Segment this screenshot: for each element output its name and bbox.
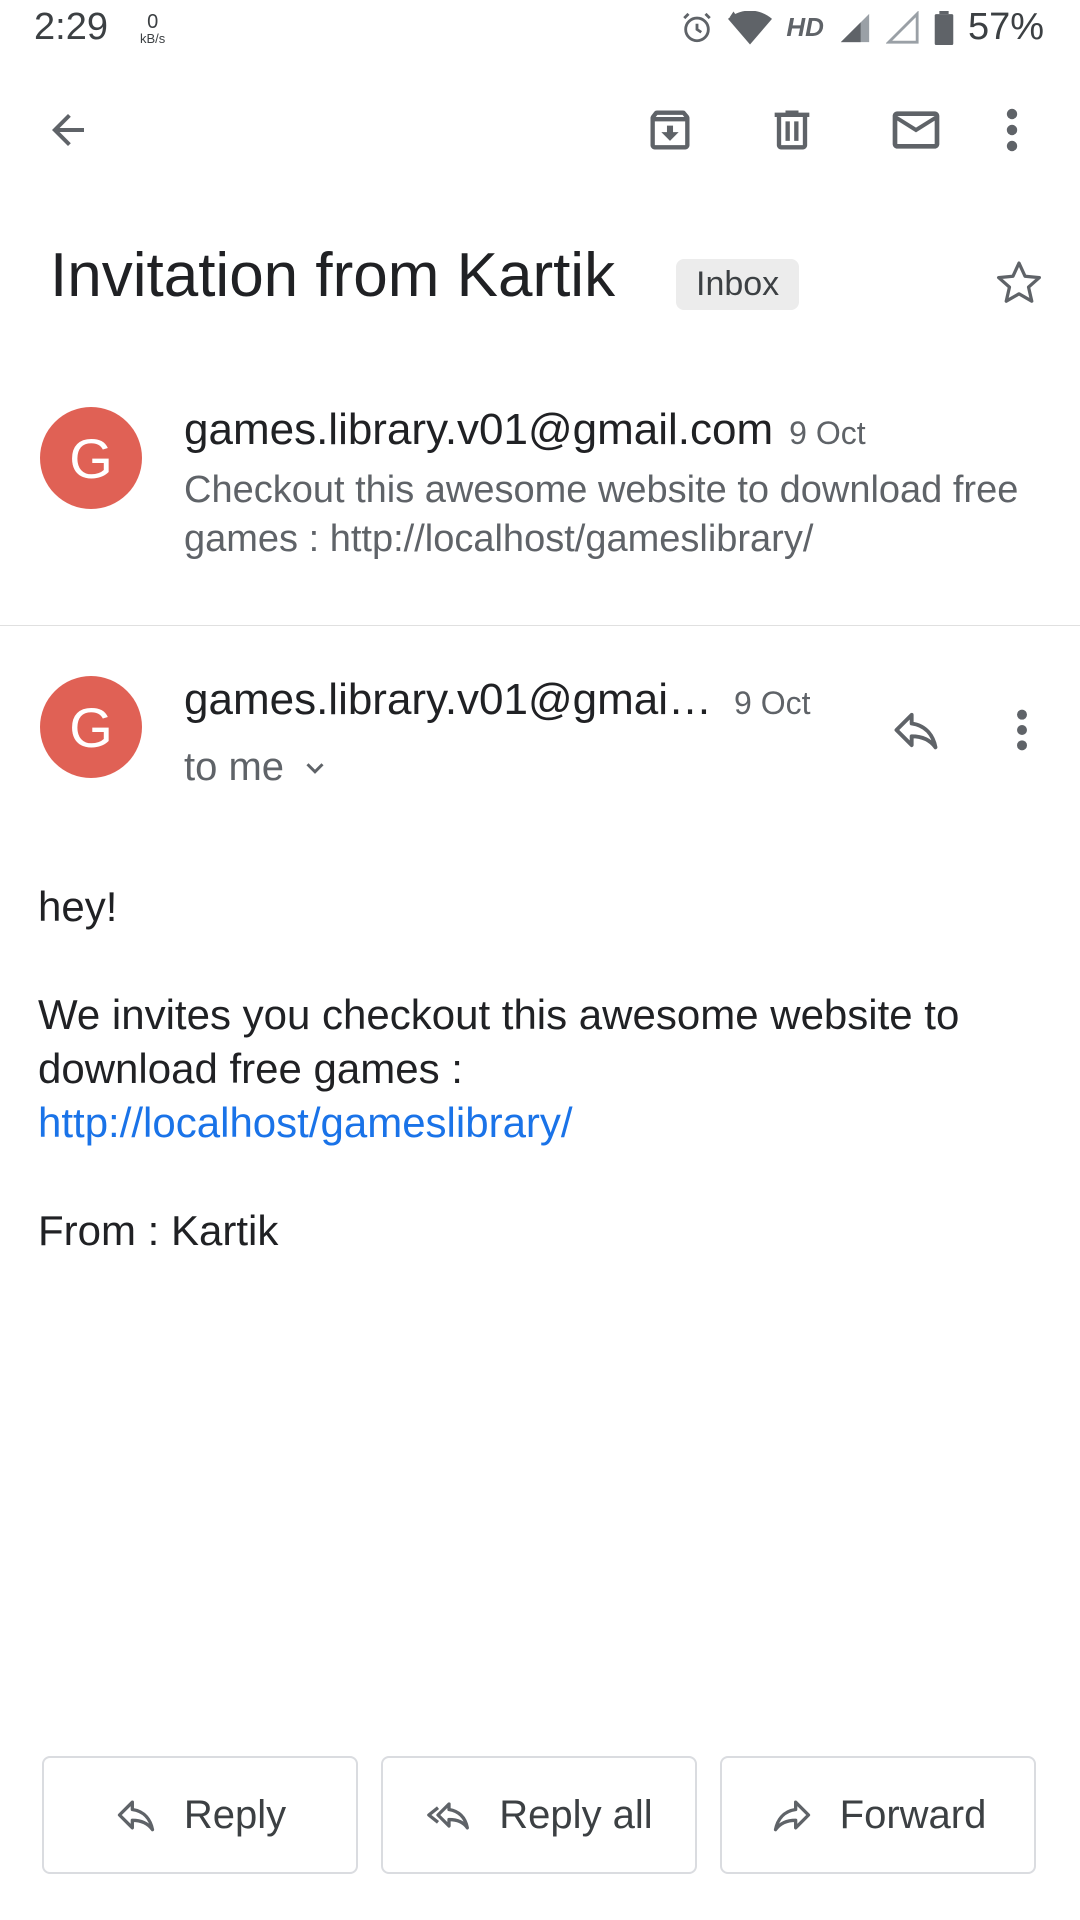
- inbox-label-badge[interactable]: Inbox: [676, 259, 800, 310]
- chevron-down-icon: [306, 762, 324, 774]
- network-speed-value: 0: [147, 11, 159, 33]
- back-button[interactable]: [28, 90, 108, 170]
- collapsed-message[interactable]: G games.library.v01@gmail.com 9 Oct Chec…: [0, 390, 1080, 625]
- sender-avatar-expanded[interactable]: G: [40, 676, 142, 778]
- signal-icon: [840, 13, 870, 42]
- network-type-label: HD: [786, 12, 824, 42]
- forward-button-label: Forward: [839, 1792, 987, 1837]
- forward-icon: [773, 1800, 810, 1832]
- archive-button[interactable]: [630, 90, 710, 170]
- battery-percent: 57%: [967, 6, 1044, 48]
- status-icons: HD 57%: [680, 6, 1044, 49]
- mark-unread-button[interactable]: [876, 90, 956, 170]
- email-subject: Invitation from Kartik: [50, 241, 616, 310]
- status-time: 2:29: [34, 6, 108, 48]
- more-vert-icon: [1006, 108, 1018, 152]
- message-date-expanded: 9 Oct: [734, 685, 811, 721]
- more-options-button[interactable]: [982, 90, 1042, 170]
- reply-icon: [117, 1800, 155, 1832]
- archive-icon: [650, 110, 690, 150]
- message-more-options-button[interactable]: [992, 690, 1052, 770]
- reply-button-label: Reply: [183, 1792, 287, 1837]
- message-snippet: Checkout this awesome website to downloa…: [184, 469, 1019, 560]
- body-signoff: From : Kartik: [38, 1207, 279, 1254]
- more-vert-icon: [1017, 709, 1027, 751]
- forward-button[interactable]: Forward: [720, 1756, 1036, 1874]
- delete-icon: [774, 110, 810, 150]
- body-greeting: hey!: [38, 883, 118, 930]
- star-button[interactable]: [978, 242, 1060, 324]
- recipient-details-toggle[interactable]: to me: [184, 745, 330, 790]
- reply-all-button[interactable]: Reply all: [381, 1756, 697, 1874]
- delete-button[interactable]: [752, 90, 832, 170]
- signal-empty-icon: [885, 10, 919, 44]
- reply-icon: [894, 712, 938, 750]
- star-outline-icon: [997, 261, 1041, 303]
- alarm-icon: [683, 12, 712, 42]
- network-speed-unit: kB/s: [140, 31, 166, 46]
- sender-email: games.library.v01@gmail.com: [184, 405, 774, 454]
- message-date: 9 Oct: [789, 415, 866, 451]
- reply-icon-button[interactable]: [876, 690, 956, 770]
- mark-unread-icon: [892, 111, 940, 149]
- network-speed-indicator: 0 kB/s: [140, 12, 165, 46]
- message-divider: [0, 625, 1080, 626]
- sender-avatar: G: [40, 407, 142, 509]
- reply-all-button-label: Reply all: [499, 1792, 653, 1837]
- body-link[interactable]: http://localhost/gameslibrary/: [38, 1099, 573, 1146]
- back-arrow-icon: [52, 114, 84, 146]
- reply-button[interactable]: Reply: [42, 1756, 358, 1874]
- message-body: hey! We invites you checkout this awesom…: [38, 880, 1038, 1258]
- wifi-icon: [728, 10, 773, 44]
- sender-email-truncated: games.library.v01@gmai…: [184, 675, 713, 724]
- reply-all-icon: [427, 1802, 470, 1830]
- battery-icon: [934, 10, 954, 45]
- recipient-label: to me: [184, 745, 285, 789]
- body-paragraph: We invites you checkout this awesome web…: [38, 991, 960, 1092]
